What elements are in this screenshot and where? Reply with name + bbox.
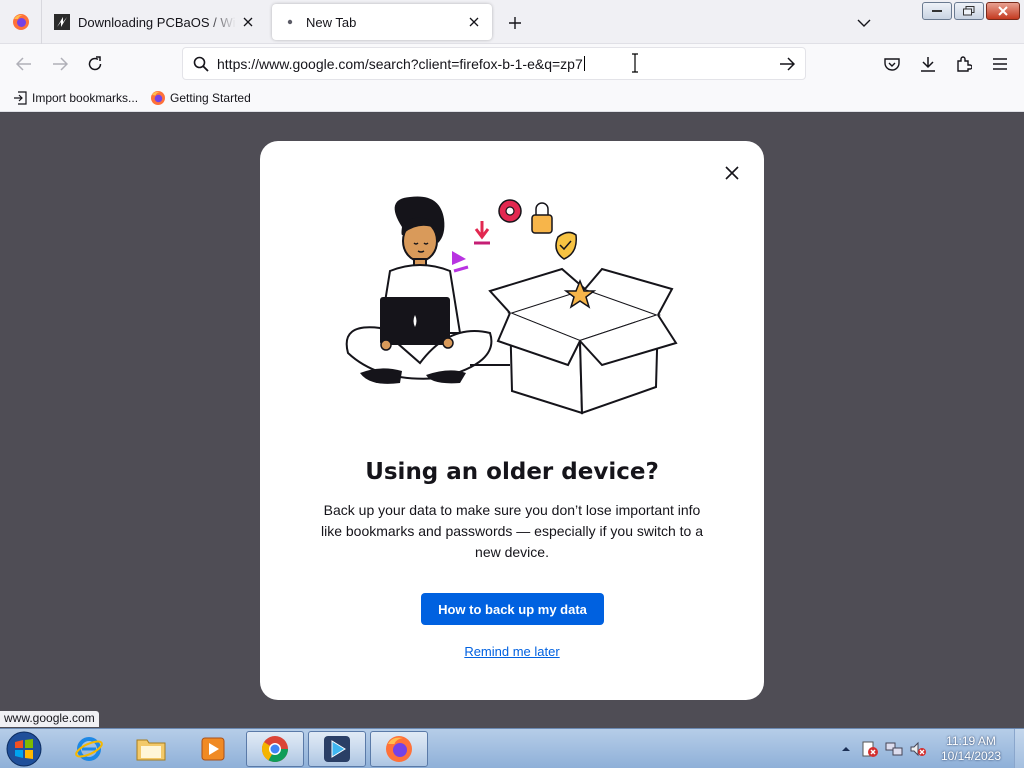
- start-button-icon[interactable]: [4, 730, 44, 768]
- clock-date: 10/14/2023: [940, 749, 1002, 763]
- tab-downloading-pcbaos[interactable]: Downloading PCBaOS / Windo: [44, 4, 266, 40]
- file-explorer-icon[interactable]: [122, 731, 180, 767]
- extensions-icon[interactable]: [950, 50, 978, 78]
- close-tab-icon[interactable]: [462, 10, 486, 34]
- back-arrow-icon[interactable]: [10, 50, 38, 78]
- backup-data-button[interactable]: How to back up my data: [421, 593, 604, 625]
- url-input: https://www.google.com/search?client=fir…: [217, 55, 775, 72]
- dialog-title: Using an older device?: [365, 459, 659, 485]
- system-clock[interactable]: 11:19 AM 10/14/2023: [932, 734, 1010, 764]
- bookmarks-toolbar: Import bookmarks... Getting Started: [0, 84, 1024, 112]
- chevron-down-icon[interactable]: [851, 10, 877, 36]
- text-caret: [583, 55, 585, 71]
- go-arrow-icon[interactable]: [775, 52, 799, 76]
- import-icon: [12, 90, 28, 106]
- page-backdrop: Using an older device? Back up your data…: [0, 113, 1024, 728]
- pocket-icon[interactable]: [878, 50, 906, 78]
- forward-arrow-icon[interactable]: [46, 50, 74, 78]
- bookmark-getting-started[interactable]: Getting Started: [150, 90, 251, 106]
- windows-taskbar: 11:19 AM 10/14/2023: [0, 728, 1024, 768]
- new-tab-plus-icon[interactable]: [502, 10, 528, 36]
- clock-time: 11:19 AM: [946, 734, 996, 748]
- internet-explorer-icon[interactable]: [60, 731, 118, 767]
- download-icon[interactable]: [914, 50, 942, 78]
- restore-icon[interactable]: [954, 2, 984, 20]
- tab-strip: Downloading PCBaOS / Windo New Tab: [0, 0, 1024, 44]
- minimize-icon[interactable]: [922, 2, 952, 20]
- dot-icon: [282, 14, 298, 30]
- reload-icon[interactable]: [81, 50, 109, 78]
- search-icon: [191, 54, 211, 74]
- remind-me-later-link[interactable]: Remind me later: [260, 644, 764, 659]
- window-close-icon[interactable]: [986, 2, 1020, 20]
- media-player-icon[interactable]: [184, 731, 242, 767]
- url-bar[interactable]: https://www.google.com/search?client=fir…: [182, 47, 806, 80]
- navigation-toolbar: https://www.google.com/search?client=fir…: [0, 44, 1024, 84]
- bookmark-label: Import bookmarks...: [32, 90, 139, 105]
- hamburger-menu-icon[interactable]: [986, 50, 1014, 78]
- tab-title: New Tab: [306, 14, 357, 30]
- firefox-taskbar-icon[interactable]: [370, 731, 428, 767]
- network-icon[interactable]: [884, 739, 904, 759]
- volume-muted-icon[interactable]: [908, 739, 928, 759]
- show-hidden-icons-icon[interactable]: [836, 739, 856, 759]
- tab-new-tab[interactable]: New Tab: [272, 4, 492, 40]
- firefox-menu-icon[interactable]: [0, 0, 42, 44]
- person-with-box-illustration: [345, 196, 678, 415]
- action-center-warning-icon[interactable]: [860, 739, 880, 759]
- media-center-icon[interactable]: [308, 731, 366, 767]
- url-text[interactable]: https://www.google.com/search?client=fir…: [217, 56, 583, 72]
- window-controls: [922, 2, 1020, 20]
- bookmark-label: Getting Started: [170, 90, 251, 105]
- close-tab-icon[interactable]: [236, 10, 260, 34]
- tab-title: Downloading PCBaOS / Windo: [78, 14, 236, 30]
- chrome-icon[interactable]: [246, 731, 304, 767]
- upgrade-dialog: Using an older device? Back up your data…: [260, 141, 764, 700]
- status-url-overlay: www.google.com: [0, 711, 99, 727]
- show-desktop-button[interactable]: [1014, 729, 1024, 768]
- bookmark-import[interactable]: Import bookmarks...: [12, 90, 138, 106]
- dialog-description: Back up your data to make sure you don’t…: [320, 502, 704, 560]
- pcbaos-favicon: [54, 14, 70, 30]
- firefox-icon: [150, 90, 166, 106]
- close-icon[interactable]: [720, 161, 744, 185]
- system-tray: 11:19 AM 10/14/2023: [836, 729, 1024, 768]
- ibeam-cursor-icon: [631, 53, 639, 78]
